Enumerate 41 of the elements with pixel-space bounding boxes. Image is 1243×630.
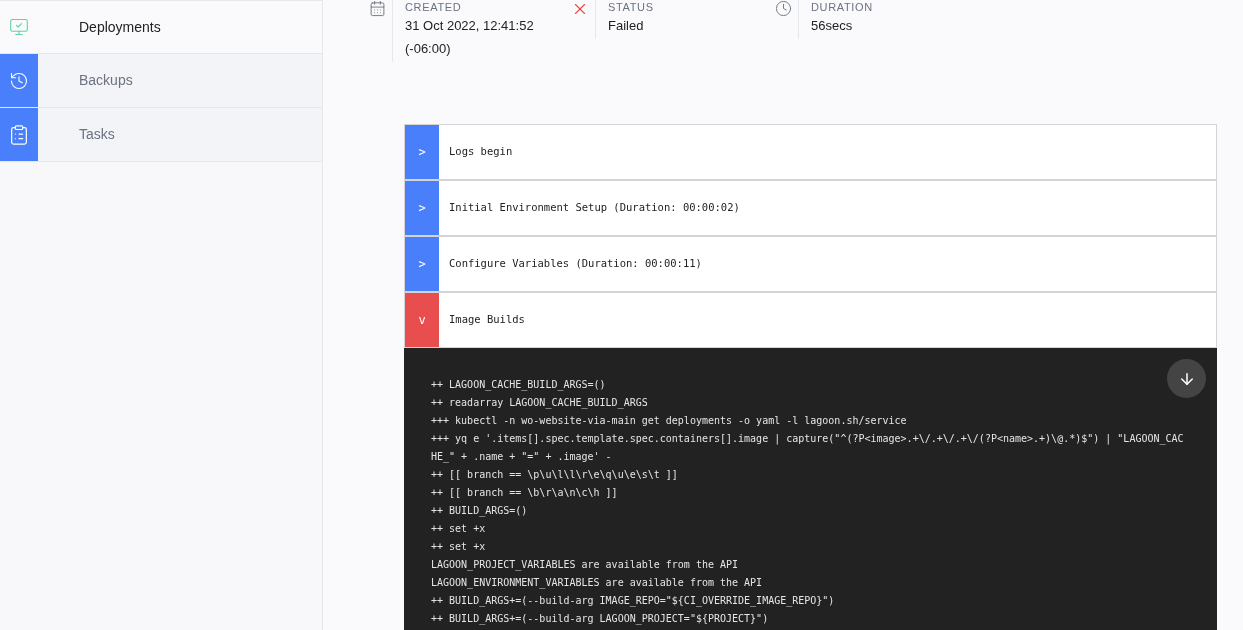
log-line: LAGOON_PROJECT_VARIABLES are available from the API: [431, 558, 740, 573]
detail-label: STATUS: [608, 0, 654, 14]
log-section-title: Image Builds: [449, 312, 525, 328]
log-section-header[interactable]: > Initial Environment Setup (Duration: 00:00:02): [404, 180, 1217, 236]
log-line: +++ yq e '.items[].spec.template.spec.containers[].image | capture("^(?P<image>.+\/.+\/.+\/(?P<name>.+)\@.*)$") | "LAGOON_CACHE_" + .name + "=" + .image' -: [431, 432, 1185, 465]
clock-icon: [774, 0, 792, 17]
log-line: ++ LAGOON_CACHE_BUILD_ARGS=(): [431, 378, 607, 393]
monitor-check-icon: [9, 17, 29, 37]
log-line: ++ set +x: [431, 522, 487, 536]
detail-value: (-06:00): [405, 40, 452, 58]
sidebar-item[interactable]: Backups: [0, 54, 322, 108]
detail-value: 56secs: [811, 17, 854, 35]
detail-value: Failed: [608, 17, 645, 35]
log-line: ++ set +x: [431, 540, 487, 554]
log-line: ++ BUILD_ARGS+=(--build-arg LAGOON_PROJECT="${PROJECT}"): [431, 612, 770, 627]
log-section-title: Initial Environment Setup (Duration: 00:00:02): [449, 200, 740, 216]
detail-label: DURATION: [811, 0, 873, 14]
log-section-title: Logs begin: [449, 144, 513, 160]
log-section-title: Configure Variables (Duration: 00:00:11): [449, 256, 702, 272]
log-line: LAGOON_ENVIRONMENT_VARIABLES are available from the API: [431, 576, 764, 591]
log-line: ++ BUILD_ARGS+=(--build-arg IMAGE_REPO="${CI_OVERRIDE_IMAGE_REPO}"): [431, 594, 836, 609]
sidebar-item[interactable]: Deployments: [0, 0, 322, 54]
toggle-caret: >: [405, 181, 439, 235]
detail-label: CREATED: [405, 0, 463, 14]
toggle-caret: >: [405, 125, 439, 179]
scroll-down-button[interactable]: [1167, 359, 1206, 398]
history-icon: [9, 70, 29, 91]
sidebar-item[interactable]: Tasks: [0, 108, 322, 162]
calendar-icon: [368, 0, 386, 17]
log-section-header[interactable]: > Configure Variables (Duration: 00:00:11): [404, 236, 1217, 292]
toggle-caret: v: [405, 293, 439, 347]
log-line: ++ BUILD_ARGS=(): [431, 504, 529, 519]
log-line: ++ readarray LAGOON_CACHE_BUILD_ARGS: [431, 396, 649, 411]
detail-value: 31 Oct 2022, 12:41:52: [405, 17, 534, 35]
log-line: ++ [[ branch == \b\r\a\n\c\h ]]: [431, 486, 619, 500]
toggle-caret: >: [405, 237, 439, 291]
log-line: +++ kubectl -n wo-website-via-main get deployments -o yaml -l lagoon.sh/service: [431, 414, 908, 428]
clipboard-icon: [8, 123, 30, 146]
log-section-header[interactable]: > Logs begin: [404, 124, 1217, 180]
log-line: ++ [[ branch == \p\u\l\l\r\e\q\u\e\s\t ]]: [431, 468, 679, 482]
log-section-header[interactable]: v Image Builds: [404, 292, 1217, 348]
